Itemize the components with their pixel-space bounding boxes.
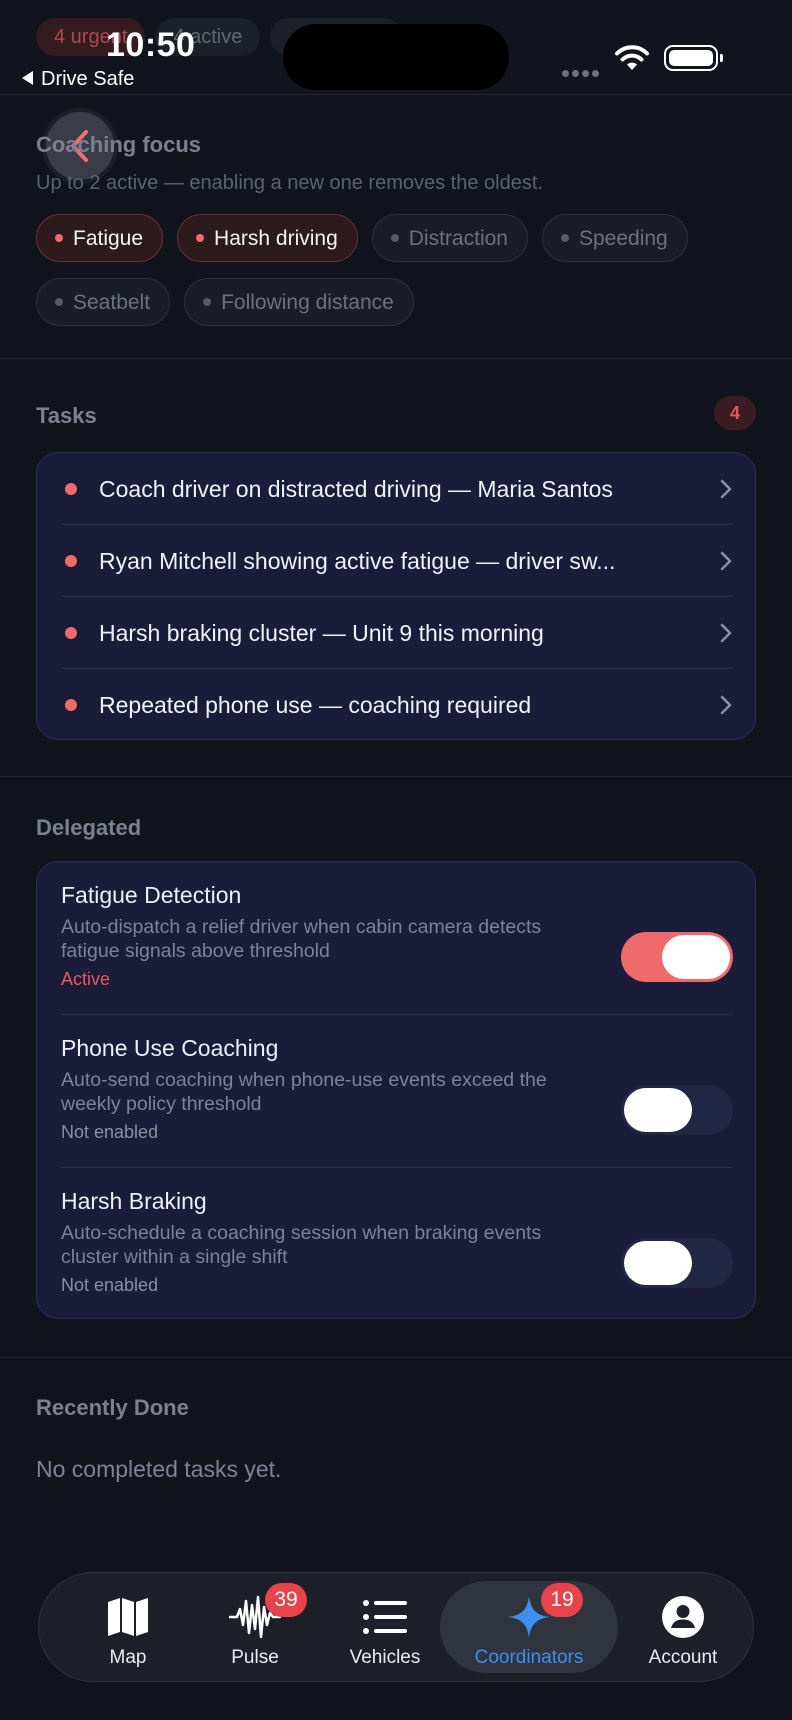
tasks-count-badge: 4 [714,396,756,430]
chip-label: Seatbelt [73,290,151,314]
urgent-dot-icon [65,555,77,567]
task-row[interactable]: Repeated phone use — coaching required [61,669,733,741]
delegated-item-harsh-braking: Harsh Braking Auto-schedule a coaching s… [61,1188,733,1296]
chip-seatbelt[interactable]: Seatbelt [36,278,171,326]
chip-dot [55,234,63,242]
delegated-item-description: Auto-dispatch a relief driver when cabin… [61,916,542,962]
task-text: Ryan Mitchell showing active fatigue — d… [99,547,616,574]
task-row[interactable]: Harsh braking cluster — Unit 9 this morn… [61,597,733,669]
tab-label: Coordinators [474,1647,584,1668]
focus-chips: Fatigue Harsh driving Distraction Speedi… [36,214,756,326]
recently-done-empty-text: No completed tasks yet. [36,1456,282,1482]
chip-dot [203,298,212,306]
urgent-dot-icon [65,627,77,639]
tasks-card: Coach driver on distracted driving — Mar… [36,452,756,740]
delegated-item-name: Fatigue Detection [61,882,242,908]
status-bar: 10:50 Drive Safe [0,0,792,96]
chip-speeding[interactable]: Speeding [541,214,688,262]
status-time: 10:50 [106,26,196,64]
map-icon [108,1598,148,1636]
chip-following-distance[interactable]: Following distance [184,278,414,326]
delegated-item-name: Harsh Braking [61,1188,207,1214]
task-text: Repeated phone use — coaching required [99,691,532,718]
task-row[interactable]: Coach driver on distracted driving — Mar… [61,453,733,525]
chevron-right-icon [720,479,732,499]
delegated-item-description: Auto-schedule a coaching session when br… [61,1222,542,1268]
delegated-separator [61,1167,733,1168]
tab-coordinators[interactable]: Coordinators [445,1573,613,1680]
delegated-item-phone-use-coaching: Phone Use Coaching Auto-send coaching wh… [61,1035,733,1143]
delegated-item-name: Phone Use Coaching [61,1035,279,1061]
section-divider [0,776,792,777]
harsh-braking-toggle[interactable] [621,1238,733,1288]
chip-dot [196,234,205,242]
toggle-knob [624,1088,692,1132]
tab-label: Map [109,1647,147,1668]
delegated-item-fatigue-detection: Fatigue Detection Auto-dispatch a relief… [61,882,733,990]
chip-label: Fatigue [73,226,144,250]
back-app-label: Drive Safe [41,68,135,90]
fatigue-detection-toggle[interactable] [621,932,733,982]
task-text: Coach driver on distracted driving — Mar… [99,475,613,502]
chip-dot [55,298,63,306]
chevron-right-icon [720,695,732,715]
back-to-app-link[interactable]: Drive Safe [22,68,134,91]
delegated-card: Fatigue Detection Auto-dispatch a relief… [36,861,756,1319]
chip-label: Speeding [578,226,668,250]
toggle-knob [662,935,730,979]
section-divider [0,358,792,359]
chip-label: Distraction [408,226,508,250]
tab-label: Vehicles [349,1647,421,1668]
chip-harsh-driving[interactable]: Harsh driving [177,214,358,262]
coordinators-badge: 19 [541,1583,583,1617]
chevron-right-icon [720,551,732,571]
chip-dot [390,234,399,242]
chevron-right-icon [720,623,732,643]
recently-done-title: Recently Done [36,1395,189,1420]
wifi-icon [614,44,650,77]
chip-fatigue[interactable]: Fatigue [36,214,164,262]
chip-dot [560,234,569,242]
cellular-signal-icon [562,64,602,82]
delegated-section-title: Delegated [36,815,142,840]
section-divider [0,1357,792,1358]
delegated-item-description: Auto-send coaching when phone-use events… [61,1069,547,1115]
urgent-dot-icon [65,699,77,711]
task-text: Harsh braking cluster — Unit 9 this morn… [99,619,544,646]
focus-section-subtitle: Up to 2 active — enabling a new one remo… [36,172,543,194]
header-divider [0,94,792,95]
tasks-section-title: Tasks [36,403,97,428]
urgent-dot-icon [65,483,77,495]
account-icon [662,1596,704,1638]
tab-label: Pulse [231,1647,279,1668]
chip-label: Harsh driving [214,226,338,250]
chip-distraction[interactable]: Distraction [371,214,528,262]
focus-section-title: Coaching focus [36,132,202,157]
tab-account[interactable]: Account [627,1573,739,1680]
back-triangle-icon [22,71,33,85]
delegated-separator [61,1014,733,1015]
pulse-badge: 39 [265,1583,307,1617]
chip-label: Following distance [221,290,394,314]
list-icon [363,1600,407,1634]
dynamic-island [283,24,509,90]
task-row[interactable]: Ryan Mitchell showing active fatigue — d… [61,525,733,597]
phone-use-coaching-toggle[interactable] [621,1085,733,1135]
tab-map[interactable]: Map [73,1573,183,1680]
toggle-knob [624,1241,692,1285]
tab-label: Account [648,1647,718,1668]
battery-icon [664,45,723,71]
tab-bar: Map Pulse 39 Vehicles Coordinators 19 Ac… [38,1572,754,1682]
tab-vehicles[interactable]: Vehicles [329,1573,441,1680]
